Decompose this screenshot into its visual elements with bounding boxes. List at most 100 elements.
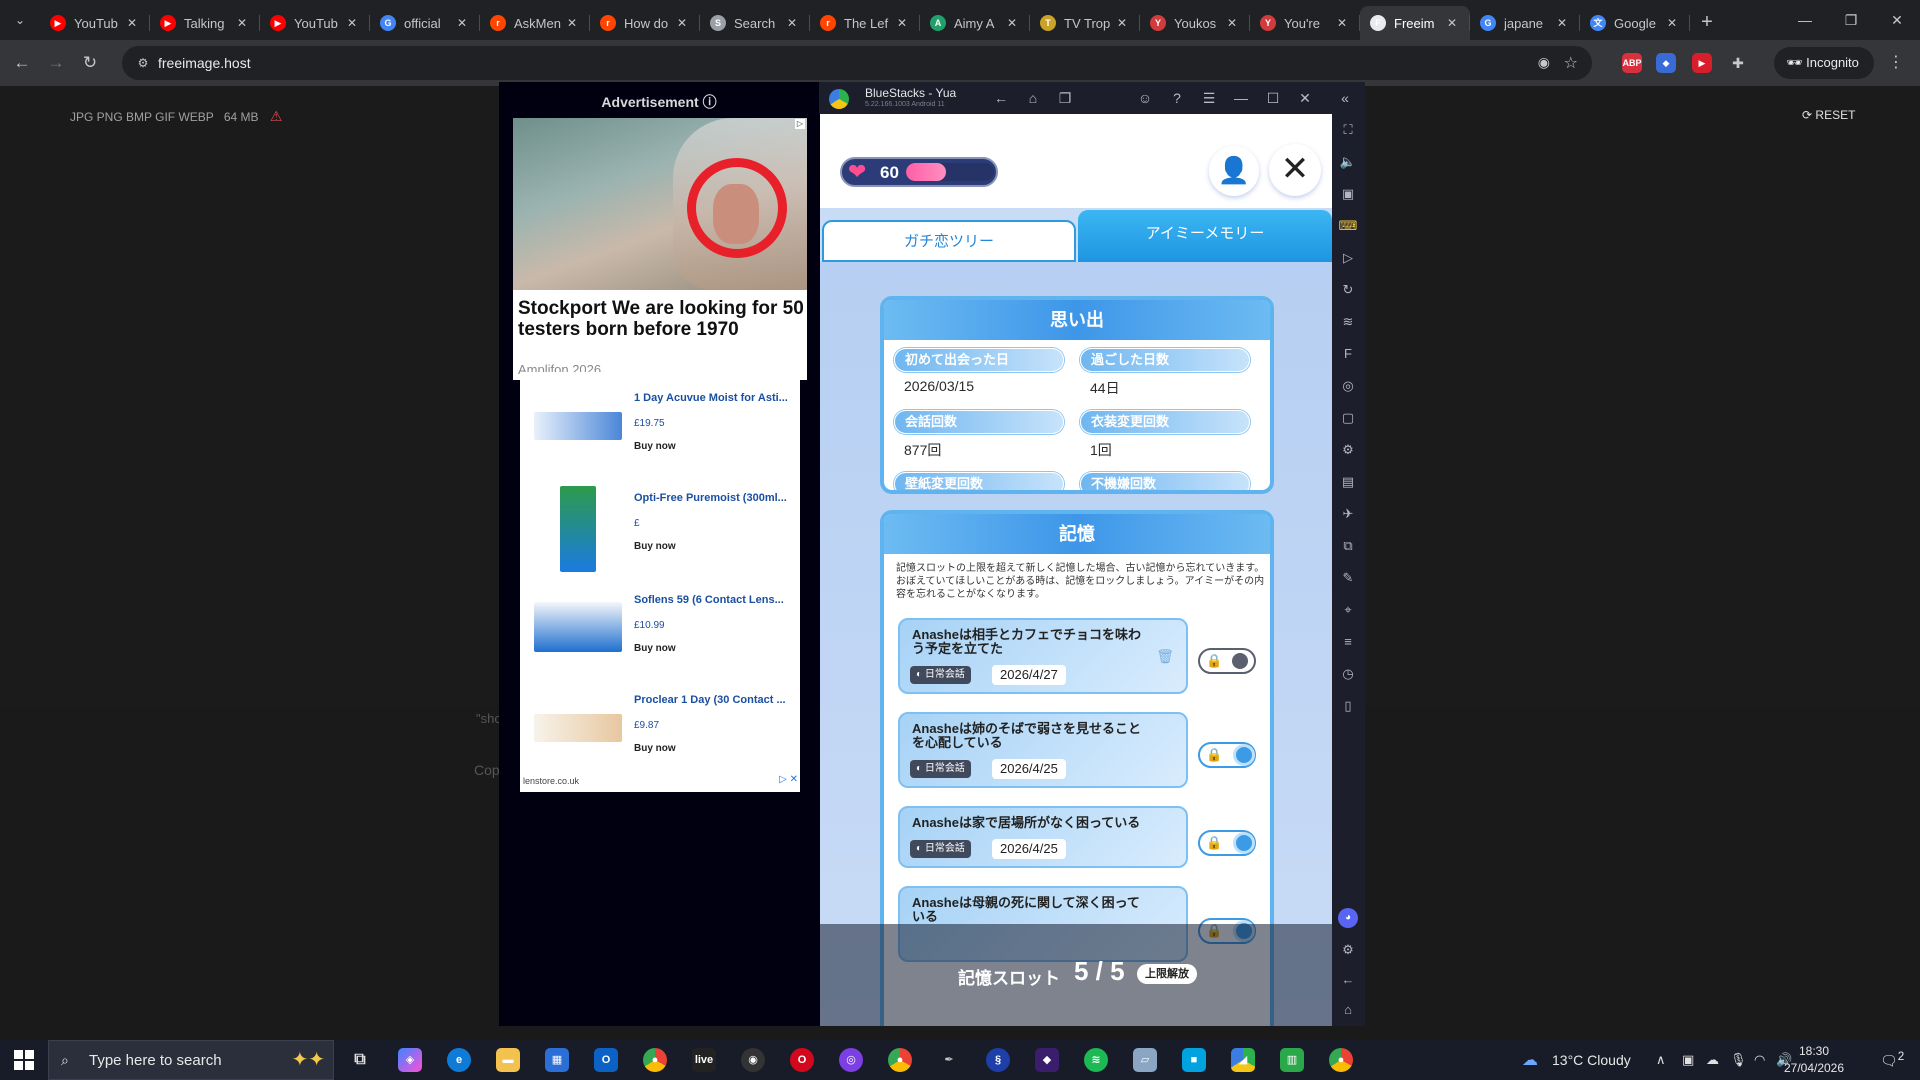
menu-icon[interactable]: ☰	[1199, 88, 1219, 108]
settings-icon[interactable]: ⚙	[1338, 940, 1358, 960]
tab-close-icon[interactable]: ✕	[1004, 16, 1020, 30]
back-button[interactable]: ←	[10, 51, 34, 75]
adblock-extension-icon[interactable]: ABP	[1622, 53, 1642, 73]
opera-icon[interactable]: O	[790, 1048, 814, 1072]
notification-icon[interactable]: 🗨2	[1880, 1050, 1904, 1070]
buy-now-link[interactable]: Buy now	[634, 441, 676, 452]
tab-close-icon[interactable]: ✕	[1224, 16, 1240, 30]
memory-lock-toggle[interactable]: 🔒	[1198, 742, 1256, 768]
close-button[interactable]: ✕	[1269, 144, 1321, 196]
operations-icon[interactable]: ⚙	[1338, 440, 1358, 460]
restore-button[interactable]: ❐	[1828, 0, 1874, 40]
tab-close-icon[interactable]: ✕	[894, 16, 910, 30]
extensions-puzzle-icon[interactable]: ✚	[1728, 53, 1748, 73]
close-icon[interactable]: ✕	[1295, 88, 1315, 108]
product-item[interactable]: Opti-Free Puremoist (300ml... £ Buy now	[520, 486, 800, 592]
tab-search-button[interactable]: ⌄	[8, 8, 32, 32]
store-icon[interactable]: ▦	[545, 1048, 569, 1072]
product-name[interactable]: Opti-Free Puremoist (300ml...	[634, 492, 796, 504]
profile-button[interactable]: 👤	[1209, 146, 1259, 196]
product-name[interactable]: Soflens 59 (6 Contact Lens...	[634, 594, 796, 606]
spotify-icon[interactable]: ≋	[1084, 1048, 1108, 1072]
obsidian-icon[interactable]: ◆	[1035, 1048, 1059, 1072]
maximize-icon[interactable]: ☐	[1263, 88, 1283, 108]
chrome-beta-icon[interactable]: ●	[888, 1048, 912, 1072]
adchoices-icon[interactable]: ▷	[795, 119, 805, 129]
product-image[interactable]	[534, 602, 622, 652]
product-name[interactable]: 1 Day Acuvue Moist for Asti...	[634, 392, 796, 404]
memory-content[interactable]: 思い出 初めて出会った日 2026/03/15 過ごした日数 44日 会話回数 …	[820, 262, 1332, 1026]
memory-lock-toggle[interactable]: 🔒	[1198, 830, 1256, 856]
browser-tab[interactable]: Y You're ✕	[1250, 6, 1360, 40]
url-text[interactable]: freeimage.host	[158, 55, 251, 71]
tab-close-icon[interactable]: ✕	[1114, 16, 1130, 30]
browser-tab[interactable]: T TV Trop ✕	[1030, 6, 1140, 40]
edge-icon[interactable]: e	[447, 1048, 471, 1072]
fps-icon[interactable]: F	[1338, 344, 1358, 364]
weather-text[interactable]: 13°C Cloudy	[1552, 1052, 1631, 1068]
browser-tab[interactable]: r The Lef ✕	[810, 6, 920, 40]
outlook-icon[interactable]: O	[594, 1048, 618, 1072]
buy-now-link[interactable]: Buy now	[634, 541, 676, 552]
new-tab-button[interactable]: +	[1690, 6, 1724, 40]
chrome-icon[interactable]: ●	[643, 1048, 667, 1072]
product-image[interactable]	[534, 714, 622, 742]
circle-app-icon[interactable]: ◎	[839, 1048, 863, 1072]
copilot-icon[interactable]: ◈	[398, 1048, 422, 1072]
keyboard-icon[interactable]: ⌨	[1338, 216, 1358, 236]
browser-tab[interactable]: 文 Google ✕	[1580, 6, 1690, 40]
memory-item[interactable]: Anasheは家で居場所がなく困っている ◐ 日常会話 2026/4/25	[898, 806, 1188, 868]
ad-headline-box[interactable]: Stockport We are looking for 50 testers …	[513, 290, 807, 362]
buy-now-link[interactable]: Buy now	[634, 743, 676, 754]
discord-icon[interactable]: ◕	[1338, 908, 1358, 928]
multi-window-icon[interactable]: ⧉	[1338, 536, 1358, 556]
meet-now-icon[interactable]: ▣	[1682, 1052, 1694, 1068]
reset-button[interactable]: ⟳ RESET	[1802, 108, 1855, 122]
trash-icon[interactable]: 🗑	[1156, 648, 1174, 665]
close-window-button[interactable]: ✕	[1874, 0, 1920, 40]
info-icon[interactable]: ⓘ	[703, 94, 717, 110]
buy-now-link[interactable]: Buy now	[634, 643, 676, 654]
media-folder-icon[interactable]: ▤	[1338, 472, 1358, 492]
forward-button[interactable]: →	[44, 51, 68, 75]
layers-icon[interactable]: ≡	[1338, 632, 1358, 652]
tab-close-icon[interactable]: ✕	[564, 16, 580, 30]
task-view-icon[interactable]: ⧉	[348, 1048, 372, 1072]
product-image[interactable]	[534, 412, 622, 440]
taskbar-search[interactable]: ⌕ Type here to search ✦✦	[48, 1040, 334, 1080]
ad-image[interactable]: ▷	[513, 118, 807, 290]
browser-menu-icon[interactable]: ⋮	[1888, 52, 1904, 72]
video-extension-icon[interactable]: ▶	[1692, 53, 1712, 73]
browser-tab[interactable]: F Freeim ✕	[1360, 6, 1470, 40]
tab-close-icon[interactable]: ✕	[124, 16, 140, 30]
tab-close-icon[interactable]: ✕	[1334, 16, 1350, 30]
location-icon[interactable]: ⌖	[1338, 600, 1358, 620]
incognito-badge[interactable]: 🕶 Incognito	[1774, 47, 1874, 79]
show-hidden-icons-icon[interactable]: ∧	[1656, 1052, 1666, 1068]
memory-item[interactable]: Anasheは姉のそばで弱さを見せることを心配している ◐ 日常会話 2026/…	[898, 712, 1188, 788]
eye-off-icon[interactable]: ◉	[1538, 54, 1550, 71]
steam-icon[interactable]: ◉	[741, 1048, 765, 1072]
screenshot-icon[interactable]: ◎	[1338, 376, 1358, 396]
memory-item[interactable]: Anasheは相手とカフェでチョコを味わう予定を立てた 🗑 ◐ 日常会話 202…	[898, 618, 1188, 694]
product-image[interactable]	[560, 486, 596, 572]
tab-close-icon[interactable]: ✕	[344, 16, 360, 30]
sync-icon[interactable]: ◷	[1338, 664, 1358, 684]
product-item[interactable]: Soflens 59 (6 Contact Lens... £10.99 Buy…	[520, 594, 800, 694]
record-icon[interactable]: ▢	[1338, 408, 1358, 428]
tab-gachikoi-tree[interactable]: ガチ恋ツリー	[822, 220, 1076, 262]
live-app-icon[interactable]: live	[692, 1048, 716, 1072]
minimize-icon[interactable]: —	[1231, 88, 1251, 108]
tab-close-icon[interactable]: ✕	[1444, 16, 1460, 30]
clock-date[interactable]: 27/04/2026	[1778, 1061, 1850, 1075]
address-bar[interactable]: ⚙ freeimage.host ◉ ☆	[122, 46, 1592, 80]
tab-close-icon[interactable]: ✕	[1664, 16, 1680, 30]
proton-icon[interactable]: §	[986, 1048, 1010, 1072]
product-name[interactable]: Proclear 1 Day (30 Contact ...	[634, 694, 796, 706]
site-info-icon[interactable]: ⚙	[134, 54, 152, 72]
chrome-incognito-icon[interactable]: ●	[1329, 1048, 1353, 1072]
bluestacks-taskbar-icon[interactable]: ◢	[1231, 1048, 1255, 1072]
help-icon[interactable]: ?	[1167, 88, 1187, 108]
android-home-icon[interactable]: ⌂	[1338, 1000, 1358, 1020]
tab-close-icon[interactable]: ✕	[1554, 16, 1570, 30]
